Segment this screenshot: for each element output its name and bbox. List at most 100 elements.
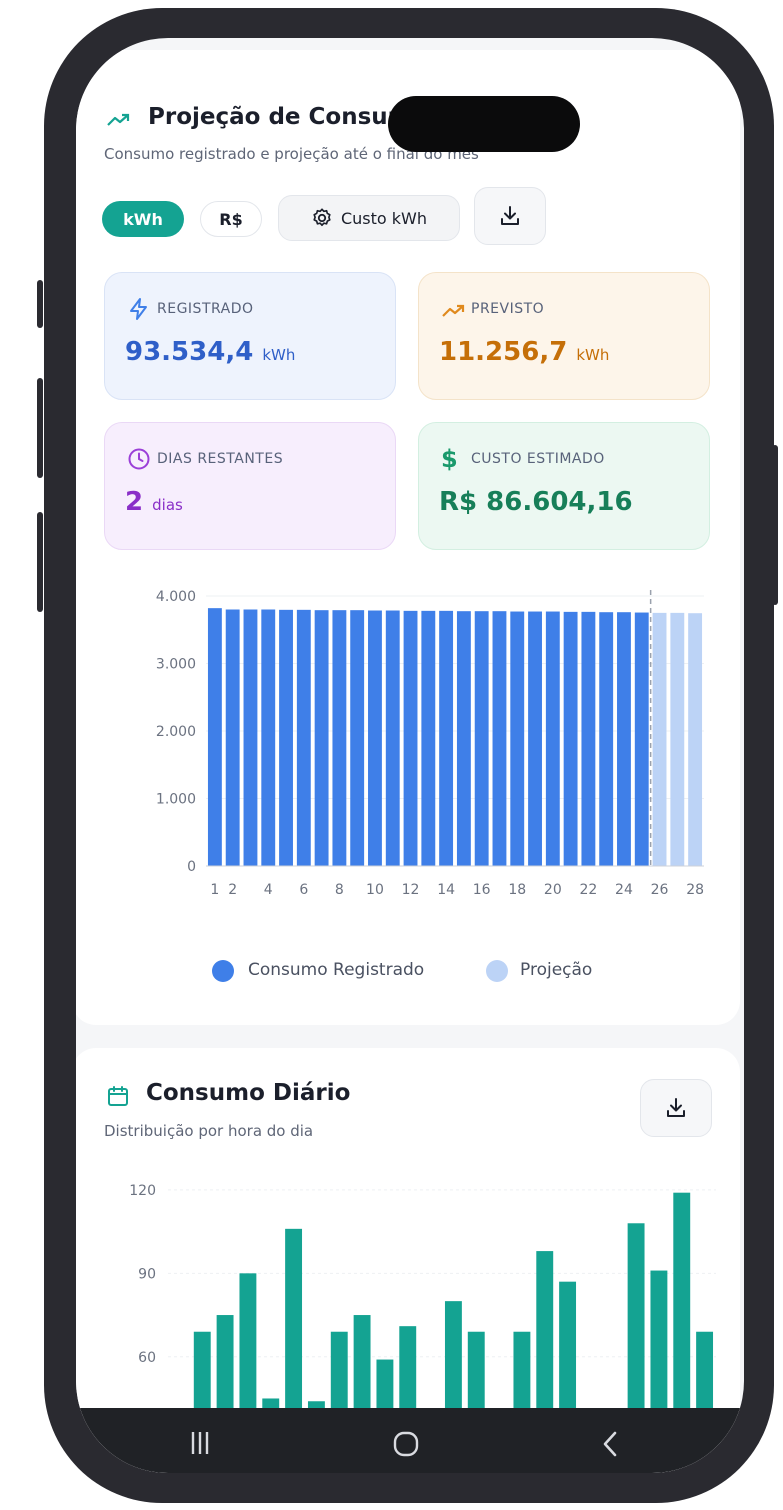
bar-hourly xyxy=(399,1326,417,1418)
download-icon xyxy=(667,1098,685,1117)
legend-registered-swatch xyxy=(212,960,234,982)
x-tick-label: 10 xyxy=(366,882,384,898)
bar-registered xyxy=(528,611,542,866)
days-label: DIAS RESTANTES xyxy=(157,451,284,467)
bar-registered xyxy=(492,611,507,866)
x-tick-label: 26 xyxy=(651,882,669,898)
daily-subtitle: Distribuição por hora do dia xyxy=(104,1122,314,1140)
bar-registered xyxy=(617,612,631,866)
x-tick-label: 20 xyxy=(544,882,562,898)
trending-up-icon xyxy=(107,113,130,126)
cost-value: R$ 86.604,16 xyxy=(439,487,633,517)
x-tick-label: 2 xyxy=(228,882,237,898)
bar-hourly xyxy=(536,1251,554,1418)
forecast-value: 11.256,7 kWh xyxy=(439,337,610,367)
unit-toggle-brl[interactable]: R$ xyxy=(200,201,262,237)
bar-registered xyxy=(456,611,471,866)
bar-hourly xyxy=(193,1331,211,1418)
bar-hourly xyxy=(467,1331,485,1418)
bar-registered xyxy=(296,609,311,866)
y-tick-label: 120 xyxy=(129,1183,156,1199)
registered-label: REGISTRADO xyxy=(157,301,254,317)
bar-registered xyxy=(474,611,489,866)
y-tick-label: 1.000 xyxy=(156,792,196,808)
bar-registered xyxy=(207,608,222,866)
bar-registered xyxy=(350,610,365,866)
daily-consumption-chart: 306090120 xyxy=(129,1183,716,1418)
lightning-icon xyxy=(130,298,147,320)
screen: Projeção de Consumo do Mês Consumo regis… xyxy=(76,38,744,1473)
bar-hourly xyxy=(513,1331,531,1418)
cost-label: CUSTO ESTIMADO xyxy=(471,451,605,467)
bar-registered xyxy=(261,609,276,866)
bar-hourly xyxy=(216,1315,234,1418)
bar-hourly xyxy=(696,1331,714,1418)
bar-registered xyxy=(403,610,418,866)
bar-registered xyxy=(439,610,454,866)
cost-kwh-label: Custo kWh xyxy=(340,208,428,228)
daily-download-button[interactable] xyxy=(640,1079,712,1137)
phone-button xyxy=(37,280,43,328)
bar-registered xyxy=(510,611,525,866)
bar-hourly xyxy=(353,1315,371,1418)
x-tick-label: 24 xyxy=(615,882,633,898)
y-tick-label: 90 xyxy=(138,1266,156,1282)
bar-projection xyxy=(670,612,685,866)
bar-registered xyxy=(385,610,400,866)
forecast-card: PREVISTO 11.256,7 kWh xyxy=(418,272,710,400)
bar-hourly xyxy=(650,1270,668,1418)
recent-apps-icon[interactable] xyxy=(188,1430,212,1456)
download-button[interactable] xyxy=(474,187,546,245)
back-icon[interactable] xyxy=(600,1430,620,1458)
y-tick-label: 60 xyxy=(138,1350,156,1366)
bar-registered xyxy=(314,610,329,866)
bar-hourly xyxy=(673,1192,691,1418)
bar-registered xyxy=(225,609,240,866)
x-tick-label: 16 xyxy=(473,882,491,898)
legend-registered-label: Consumo Registrado xyxy=(248,960,425,980)
y-tick-label: 2.000 xyxy=(156,724,196,740)
x-tick-label: 8 xyxy=(335,882,344,898)
cost-card: $ CUSTO ESTIMADO R$ 86.604,16 xyxy=(418,422,710,550)
legend-projection-swatch xyxy=(486,960,508,982)
days-remaining-card: DIAS RESTANTES 2 dias xyxy=(104,422,396,550)
dynamic-island xyxy=(388,96,580,152)
legend-projection-label: Projeção xyxy=(520,960,593,980)
x-tick-label: 28 xyxy=(686,882,704,898)
home-icon[interactable] xyxy=(392,1430,420,1458)
phone-button xyxy=(772,445,778,605)
bar-registered xyxy=(421,610,436,866)
bar-hourly xyxy=(559,1281,577,1418)
x-tick-label: 6 xyxy=(299,882,308,898)
bar-registered xyxy=(243,609,258,866)
registered-card: REGISTRADO 93.534,4 kWh xyxy=(104,272,396,400)
x-tick-label: 4 xyxy=(264,882,273,898)
monthly-projection-chart: 01.0002.0003.0004.0001 2 4 6 8 10 12 14 16 18 20 22… xyxy=(156,589,704,898)
download-icon xyxy=(501,206,519,225)
clock-icon xyxy=(128,448,150,470)
registered-value: 93.534,4 kWh xyxy=(125,337,296,367)
y-tick-label: 3.000 xyxy=(156,657,196,673)
gear-icon xyxy=(313,208,331,227)
forecast-label: PREVISTO xyxy=(471,301,545,317)
bar-hourly xyxy=(444,1301,462,1418)
bar-registered xyxy=(279,609,293,866)
bar-registered xyxy=(634,612,649,866)
x-tick-label: 12 xyxy=(402,882,420,898)
y-tick-label: 4.000 xyxy=(156,589,196,605)
navigation-bar xyxy=(76,1408,744,1473)
unit-toggle-kwh[interactable]: kWh xyxy=(102,201,184,237)
bar-registered xyxy=(545,611,560,866)
phone-button xyxy=(37,378,43,478)
x-tick-label: 14 xyxy=(437,882,455,898)
x-tick-label: 22 xyxy=(579,882,597,898)
days-value: 2 dias xyxy=(125,487,183,517)
x-tick-label: 18 xyxy=(508,882,526,898)
bar-registered xyxy=(563,611,578,866)
x-tick-label: 1 xyxy=(210,882,219,898)
bar-hourly xyxy=(627,1223,645,1418)
bar-projection xyxy=(688,613,703,866)
bar-hourly xyxy=(285,1228,303,1418)
bar-projection xyxy=(652,612,667,866)
cost-kwh-button[interactable]: Custo kWh xyxy=(278,195,460,241)
